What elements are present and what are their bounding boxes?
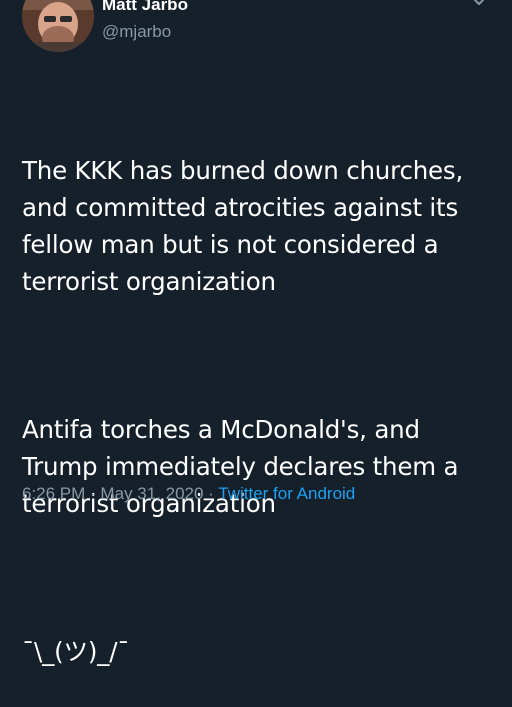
tweet-time: 6:26 PM	[22, 484, 86, 503]
tweet-date[interactable]: May 31, 2020	[100, 484, 203, 503]
tweet-metadata: 6:26 PM · May 31, 2020 · Twitter for And…	[22, 484, 355, 504]
meta-separator: ·	[85, 484, 101, 503]
tweet-header: Matt Jarbo @mjarbo	[0, 0, 512, 60]
tweet-text: The KKK has burned down churches, and co…	[22, 78, 502, 707]
tweet-paragraph: Antifa torches a McDonald's, and Trump i…	[22, 415, 466, 518]
avatar-image	[22, 0, 94, 52]
meta-separator: ·	[203, 484, 219, 503]
tweet-source-link[interactable]: Twitter for Android	[218, 484, 355, 503]
user-handle[interactable]: @mjarbo	[102, 22, 171, 42]
chevron-down-icon[interactable]	[468, 0, 490, 12]
display-name[interactable]: Matt Jarbo	[102, 0, 188, 15]
avatar[interactable]	[22, 0, 94, 52]
tweet-shrug: ¯\_(ツ)_/¯	[22, 637, 130, 666]
tweet-paragraph: The KKK has burned down churches, and co…	[22, 156, 471, 296]
